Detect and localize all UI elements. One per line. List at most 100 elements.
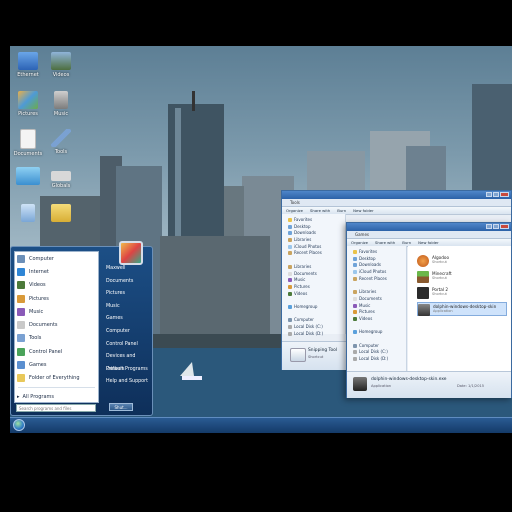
explorer-window-games[interactable]: Games Organize Share with Burn New folde… (346, 222, 512, 398)
desktop-icon-recycle-bin[interactable] (10, 204, 46, 224)
nav-computer[interactable]: Computer (288, 317, 345, 324)
nav-music[interactable]: Music (288, 277, 345, 284)
nav-videos[interactable]: Videos (353, 316, 406, 323)
nav-pictures[interactable]: Pictures (353, 309, 406, 316)
nav-documents[interactable]: Documents (353, 296, 406, 303)
desktop-icon-monitor[interactable] (10, 167, 46, 187)
window-titlebar[interactable] (347, 223, 511, 231)
pictures-icon (17, 294, 25, 303)
separator (18, 386, 95, 388)
start-right-default-programs[interactable]: Default Programs (103, 364, 153, 377)
organize-button[interactable]: Organize (286, 207, 303, 214)
nav-local-disk-d[interactable]: Local Disk (D:) (288, 331, 345, 338)
new-folder-button[interactable]: New folder (353, 207, 374, 214)
nav-local-disk-d[interactable]: Local Disk (D:) (353, 356, 406, 363)
start-item-tools[interactable]: Tools (15, 332, 98, 345)
arrow-right-icon: ▸ (17, 393, 20, 400)
nav-homegroup[interactable]: Homegroup (288, 304, 345, 311)
nav-desktop[interactable]: Desktop (288, 224, 345, 231)
start-item-folder-of-everything[interactable]: Folder of Everything (15, 372, 98, 385)
start-right-control-panel[interactable]: Control Panel (103, 339, 153, 352)
address-path: Tools (290, 200, 300, 205)
share-with-button[interactable]: Share with (310, 207, 330, 214)
nav-favorites[interactable]: Favorites (353, 249, 406, 256)
start-item-games[interactable]: Games (15, 358, 98, 371)
start-item-control-panel[interactable]: Control Panel (15, 345, 98, 358)
file-item-algodoo[interactable]: Algodoo Shortcut (417, 254, 477, 268)
start-item-videos[interactable]: Videos (15, 279, 98, 292)
file-item-minecraft[interactable]: Minecraft Shortcut (417, 270, 477, 284)
nav-music[interactable]: Music (353, 303, 406, 310)
monitor-icon (16, 167, 40, 185)
start-right-music[interactable]: Music (103, 301, 153, 314)
desktop-icon-music[interactable]: Music (43, 91, 79, 117)
address-bar[interactable]: Tools (282, 199, 511, 207)
application-icon (418, 304, 430, 316)
desktop-icon-pictures[interactable]: Pictures (10, 91, 46, 117)
music-icon (17, 307, 25, 316)
nav-icloud-photos[interactable]: iCloud Photos (353, 269, 406, 276)
maximize-button[interactable] (493, 224, 499, 229)
portal-2-icon (417, 287, 429, 299)
close-button[interactable] (500, 224, 509, 229)
nav-recent-places[interactable]: Recent Places (288, 250, 345, 257)
start-item-pictures[interactable]: Pictures (15, 292, 98, 305)
start-right-games[interactable]: Games (103, 313, 153, 326)
nav-desktop[interactable]: Desktop (353, 256, 406, 263)
start-right-computer[interactable]: Computer (103, 326, 153, 339)
burn-button[interactable]: Burn (337, 207, 346, 214)
nav-downloads[interactable]: Downloads (353, 262, 406, 269)
new-folder-button[interactable]: New folder (418, 239, 439, 246)
window-titlebar[interactable] (282, 191, 511, 199)
desktop-icon-tools[interactable]: Tools (43, 129, 79, 155)
nav-libraries[interactable]: Libraries (353, 289, 406, 296)
nav-libraries-group[interactable]: Libraries (288, 264, 345, 271)
nav-local-disk-c[interactable]: Local Disk (C:) (353, 349, 406, 356)
start-item-internet[interactable]: Internet (15, 265, 98, 278)
nav-computer[interactable]: Computer (353, 343, 406, 350)
file-item-portal-2[interactable]: Portal 2 Shortcut (417, 286, 477, 300)
organize-button[interactable]: Organize (351, 239, 368, 246)
nav-homegroup[interactable]: Homegroup (353, 329, 406, 336)
navigation-pane: Favorites Desktop Downloads iCloud Photo… (347, 246, 407, 371)
navigation-pane: Favorites Desktop Downloads Libraries iC… (282, 214, 346, 336)
all-programs-link[interactable]: ▸ All Programs (15, 390, 98, 403)
start-right-user[interactable]: Maxwell (103, 263, 153, 276)
burn-button[interactable]: Burn (402, 239, 411, 246)
nav-pictures[interactable]: Pictures (288, 284, 345, 291)
user-avatar[interactable] (119, 241, 143, 265)
start-item-documents[interactable]: Documents (15, 318, 98, 331)
start-right-documents[interactable]: Documents (103, 276, 153, 289)
start-right-pictures[interactable]: Pictures (103, 288, 153, 301)
start-item-computer[interactable]: Computer (15, 252, 98, 265)
nav-recent-places[interactable]: Recent Places (353, 276, 406, 283)
nav-documents[interactable]: Documents (288, 271, 345, 278)
start-right-devices-printers[interactable]: Devices and Printers (103, 351, 153, 372)
maximize-button[interactable] (493, 192, 499, 197)
nav-downloads[interactable]: Downloads (288, 230, 345, 237)
globe-icon (51, 171, 71, 181)
desktop-icon-ethernet[interactable]: Ethernet (10, 52, 46, 78)
file-item-dolphin-skin[interactable]: dolphin-windows-desktop-skin Application (417, 302, 507, 316)
nav-favorites[interactable]: Favorites (288, 217, 345, 224)
snipping-tool-icon (290, 348, 306, 362)
shutdown-button[interactable]: Shut... (109, 403, 133, 411)
minimize-button[interactable] (486, 192, 492, 197)
nav-videos[interactable]: Videos (288, 291, 345, 298)
start-item-music[interactable]: Music (15, 305, 98, 318)
desktop-icon-documents[interactable]: Documents (10, 129, 46, 157)
desktop-icon-globals[interactable]: Globals (43, 167, 79, 189)
start-search-input[interactable]: Search programs and files (16, 404, 96, 412)
desktop-icon-folder[interactable] (43, 204, 79, 224)
application-icon (353, 377, 367, 391)
address-bar[interactable]: Games (347, 231, 511, 239)
start-right-help-support[interactable]: Help and Support (103, 376, 153, 389)
nav-libraries[interactable]: Libraries (288, 237, 345, 244)
start-button[interactable] (13, 419, 25, 431)
share-with-button[interactable]: Share with (375, 239, 395, 246)
desktop-icon-videos[interactable]: Videos (43, 52, 79, 78)
nav-icloud-photos[interactable]: iCloud Photos (288, 244, 345, 251)
minimize-button[interactable] (486, 224, 492, 229)
nav-local-disk-c[interactable]: Local Disk (C:) (288, 324, 345, 331)
close-button[interactable] (500, 192, 509, 197)
